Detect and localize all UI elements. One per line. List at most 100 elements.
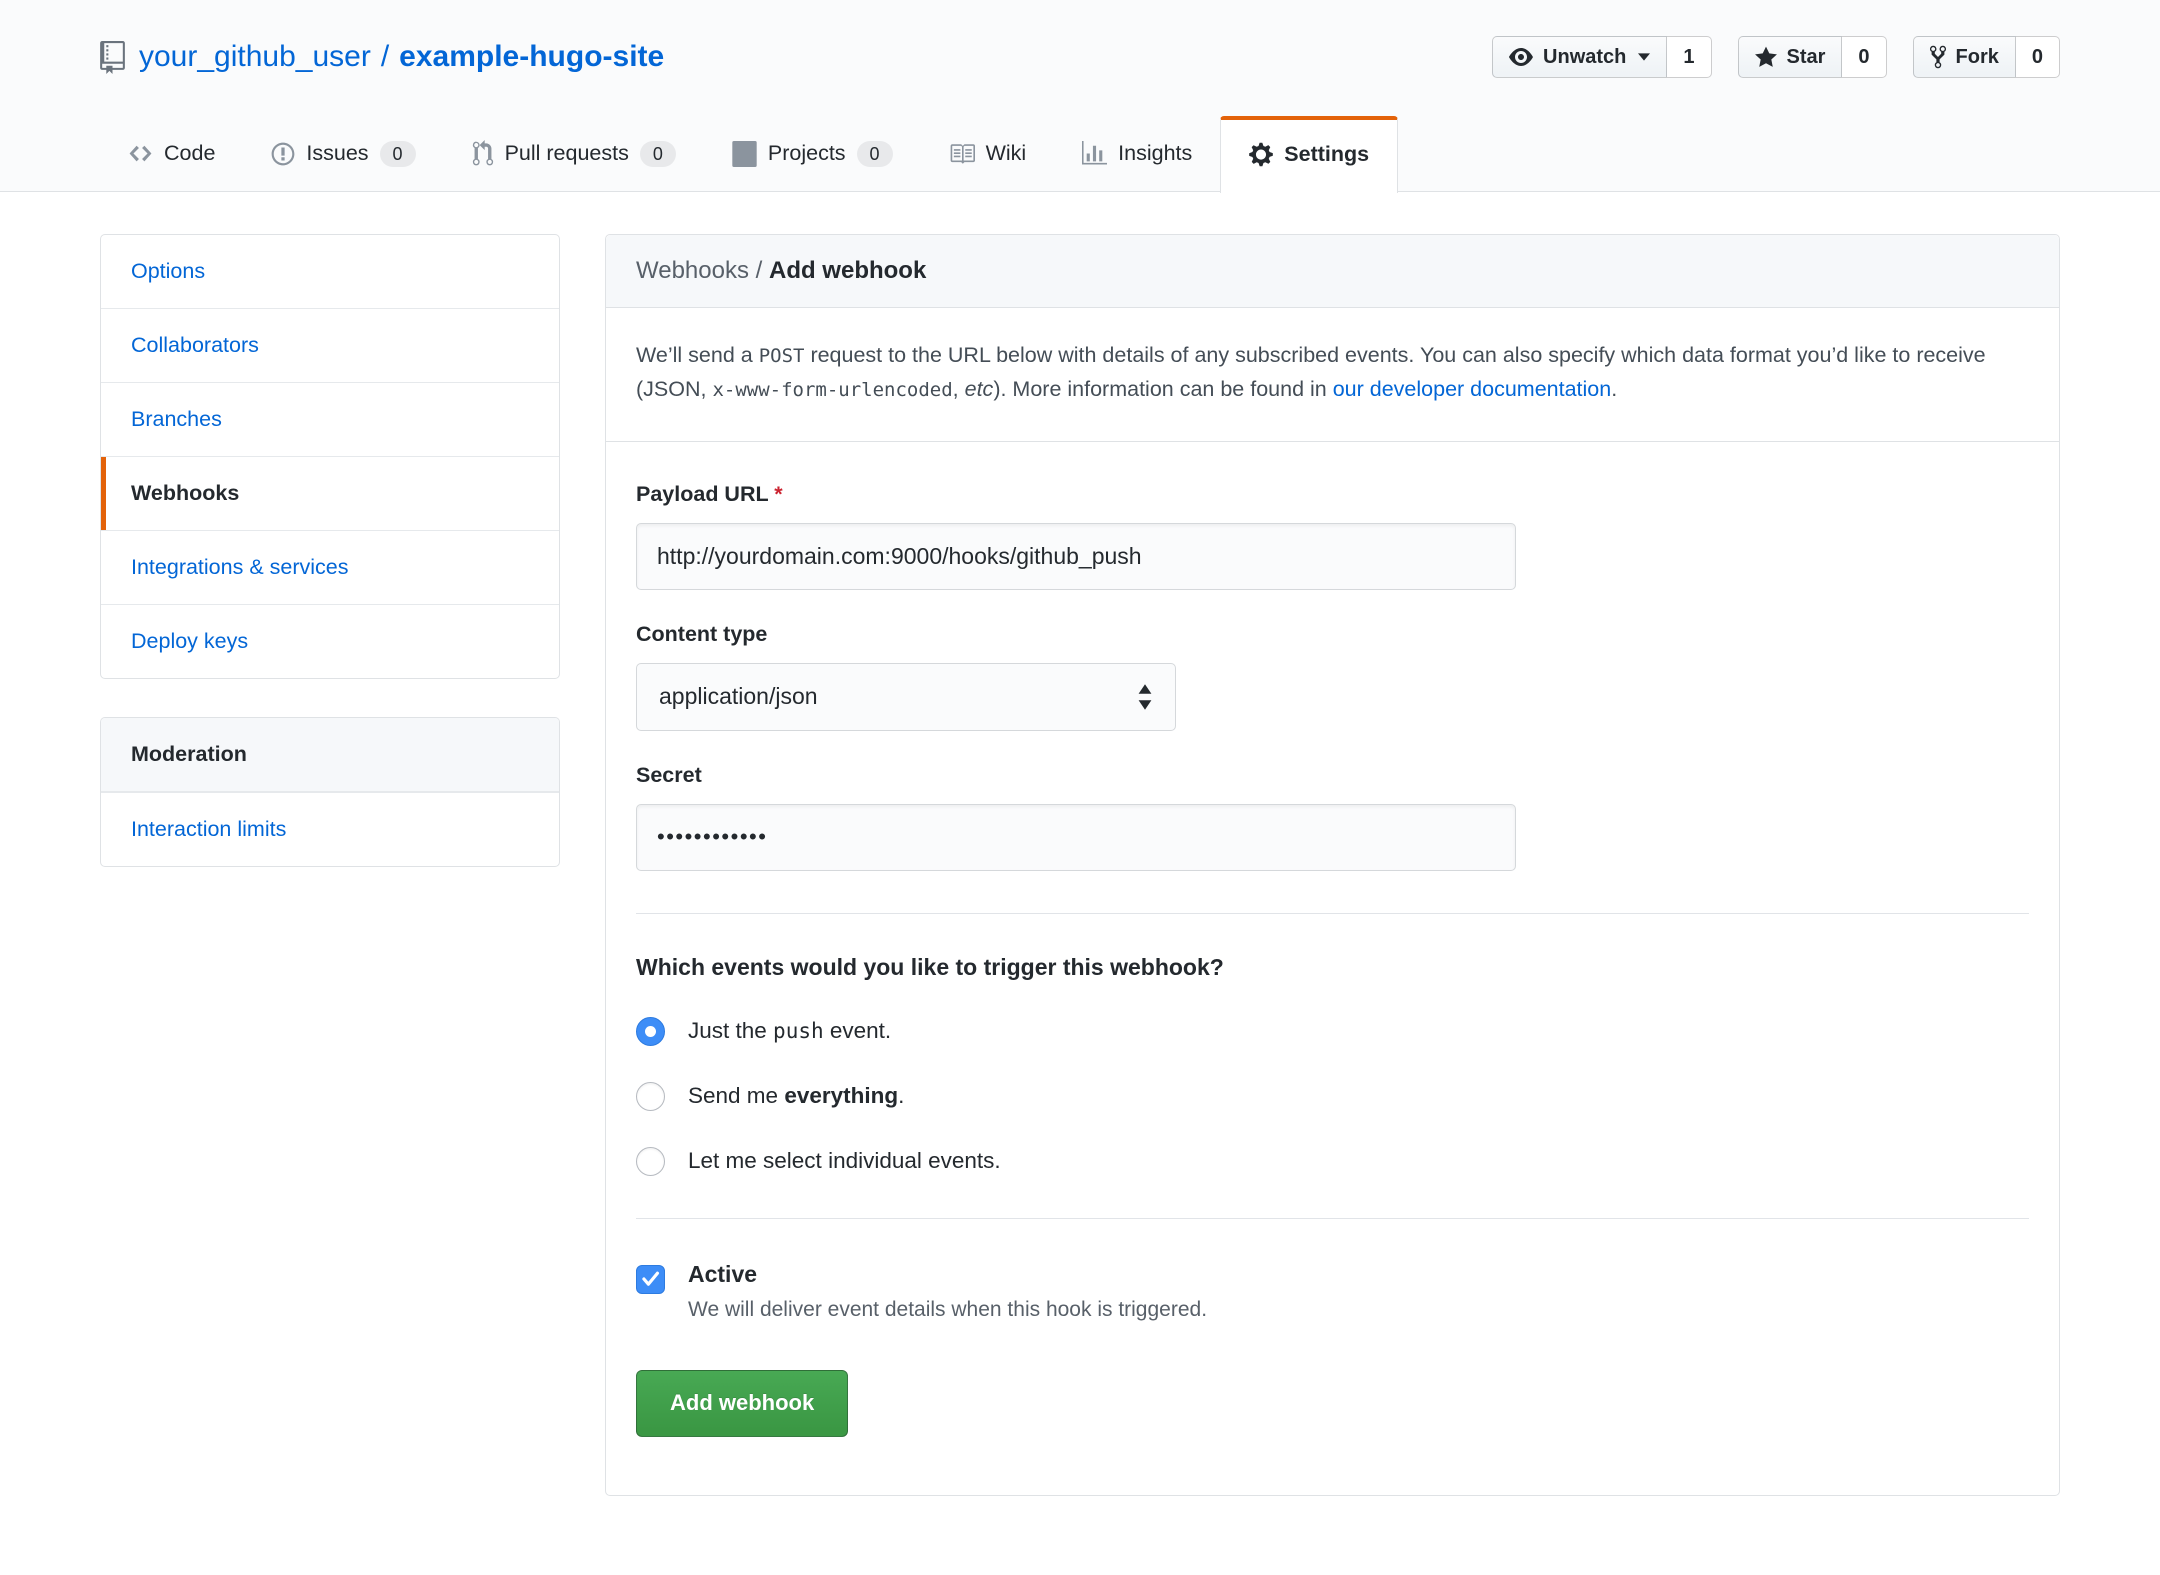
sidebar-item-deploy-keys[interactable]: Deploy keys <box>101 604 559 678</box>
fork-button-group: Fork 0 <box>1913 36 2060 78</box>
radio-label: Just the push event. <box>688 1018 891 1044</box>
sidebar-gap <box>100 679 560 717</box>
fork-label: Fork <box>1956 46 1999 69</box>
description-text: . <box>1611 377 1617 401</box>
developer-documentation-link[interactable]: our developer documentation <box>1333 377 1612 401</box>
unwatch-label: Unwatch <box>1543 46 1626 69</box>
pull-requests-counter: 0 <box>640 141 676 167</box>
eye-icon <box>1509 45 1533 69</box>
sidebar-item-collaborators[interactable]: Collaborators <box>101 308 559 382</box>
post-code-text: POST <box>759 345 805 367</box>
book-icon <box>949 141 975 167</box>
payload-url-label-text: Payload URL <box>636 482 768 506</box>
star-icon <box>1755 45 1777 70</box>
gear-icon <box>1249 141 1273 168</box>
git-pull-request-icon <box>472 140 494 167</box>
content-type-selected-value: application/json <box>659 683 818 710</box>
stargazers-count[interactable]: 0 <box>1842 36 1886 78</box>
repo-path-separator: / <box>381 40 389 74</box>
breadcrumb: Webhooks / Add webhook <box>606 235 2059 308</box>
sidebar-item-interaction-limits[interactable]: Interaction limits <box>101 792 559 866</box>
forks-count[interactable]: 0 <box>2016 36 2060 78</box>
repo-nav: Code Issues 0 Pull requests 0 Projects 0… <box>100 116 2060 191</box>
tab-label: Settings <box>1284 142 1369 167</box>
watch-button-group: Unwatch 1 <box>1492 36 1711 78</box>
sidebar-item-options[interactable]: Options <box>101 235 559 308</box>
event-option-everything[interactable]: Send me everything. <box>636 1082 2029 1111</box>
tab-label: Issues <box>306 141 368 166</box>
tab-label: Projects <box>768 141 846 166</box>
tab-insights[interactable]: Insights <box>1054 116 1220 191</box>
tab-projects[interactable]: Projects 0 <box>704 116 921 191</box>
tab-pull-requests[interactable]: Pull requests 0 <box>444 116 704 191</box>
description-text: , <box>953 377 965 401</box>
repo-name-link[interactable]: example-hugo-site <box>399 40 664 74</box>
urlencoded-code-text: x-www-form-urlencoded <box>712 379 952 401</box>
caret-down-icon <box>1638 53 1650 61</box>
repo-pagehead: your_github_user / example-hugo-site Unw… <box>0 0 2160 192</box>
tab-settings[interactable]: Settings <box>1220 116 1398 193</box>
payload-url-label: Payload URL * <box>636 482 2029 507</box>
description-text: ). More information can be found in <box>993 377 1332 401</box>
settings-sidebar: Options Collaborators Branches Webhooks … <box>100 234 560 867</box>
moderation-header: Moderation <box>101 718 559 792</box>
sidebar-item-branches[interactable]: Branches <box>101 382 559 456</box>
radio-selected[interactable] <box>636 1017 665 1046</box>
projects-counter: 0 <box>857 141 893 167</box>
radio-unselected[interactable] <box>636 1147 665 1176</box>
code-icon <box>128 141 153 166</box>
content-type-select[interactable]: application/json <box>636 663 1176 731</box>
add-webhook-panel: Webhooks / Add webhook We’ll send a POST… <box>605 234 2060 1496</box>
tab-issues[interactable]: Issues 0 <box>243 116 443 191</box>
star-button-group: Star 0 <box>1738 36 1887 78</box>
select-arrows-icon <box>1137 684 1153 710</box>
repo-icon <box>100 41 125 74</box>
event-option-individual[interactable]: Let me select individual events. <box>636 1147 2029 1176</box>
webhook-description: We’ll send a POST request to the URL bel… <box>606 308 2059 442</box>
required-asterisk: * <box>774 482 782 506</box>
sidebar-item-integrations-services[interactable]: Integrations & services <box>101 530 559 604</box>
radio-label: Let me select individual events. <box>688 1148 1001 1174</box>
tab-wiki[interactable]: Wiki <box>921 116 1055 191</box>
check-icon <box>642 1271 660 1287</box>
unwatch-button[interactable]: Unwatch <box>1492 36 1667 78</box>
secret-input[interactable] <box>636 804 1516 871</box>
star-label: Star <box>1787 46 1826 69</box>
payload-url-input[interactable] <box>636 523 1516 590</box>
repo-forked-icon <box>1930 44 1946 70</box>
breadcrumb-current: Add webhook <box>769 257 926 284</box>
active-help-text: We will deliver event details when this … <box>688 1298 1207 1322</box>
moderation-menu: Moderation Interaction limits <box>100 717 560 867</box>
settings-menu: Options Collaborators Branches Webhooks … <box>100 234 560 679</box>
issues-counter: 0 <box>380 141 416 167</box>
divider <box>636 1218 2029 1219</box>
description-text: We’ll send a <box>636 343 759 367</box>
active-label[interactable]: Active <box>688 1261 1207 1288</box>
watchers-count[interactable]: 1 <box>1667 36 1711 78</box>
repo-title: your_github_user / example-hugo-site <box>100 40 664 74</box>
add-webhook-button[interactable]: Add webhook <box>636 1370 848 1437</box>
secret-label: Secret <box>636 763 2029 788</box>
tab-code[interactable]: Code <box>100 116 243 191</box>
sidebar-item-webhooks[interactable]: Webhooks <box>101 456 559 530</box>
radio-unselected[interactable] <box>636 1082 665 1111</box>
tab-label: Pull requests <box>505 141 629 166</box>
events-heading: Which events would you like to trigger t… <box>636 954 2029 981</box>
star-button[interactable]: Star <box>1738 36 1843 78</box>
tab-label: Insights <box>1118 141 1192 166</box>
issue-opened-icon <box>271 141 295 167</box>
breadcrumb-webhooks-link[interactable]: Webhooks <box>636 257 749 284</box>
graph-icon <box>1082 141 1107 166</box>
tab-label: Code <box>164 141 215 166</box>
tab-label: Wiki <box>986 141 1027 166</box>
fork-button[interactable]: Fork <box>1913 36 2016 78</box>
event-option-just-push[interactable]: Just the push event. <box>636 1017 2029 1046</box>
content-type-label: Content type <box>636 622 2029 647</box>
breadcrumb-separator: / <box>749 257 769 284</box>
divider <box>636 913 2029 914</box>
etc-italic-text: etc <box>965 377 994 401</box>
repo-actions: Unwatch 1 Star 0 Fork <box>1492 36 2060 78</box>
webhook-form: Payload URL * Content type application/j… <box>606 442 2059 1495</box>
repo-owner-link[interactable]: your_github_user <box>139 40 371 74</box>
active-checkbox[interactable] <box>636 1265 665 1294</box>
